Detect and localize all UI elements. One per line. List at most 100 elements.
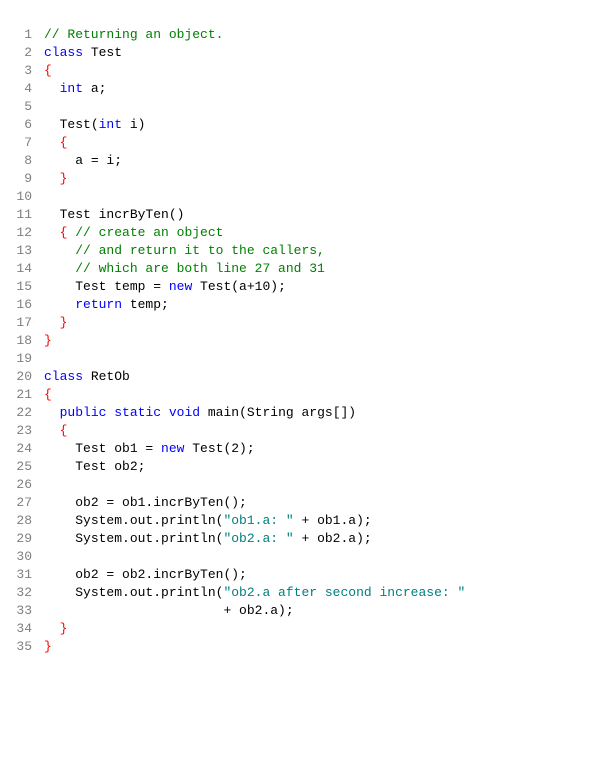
code-content: + ob2.a); [44,602,584,620]
token-plain: Test [83,45,122,60]
token-brace: } [44,333,52,348]
code-line: 25 Test ob2; [8,458,584,476]
code-line: 22 public static void main(String args[]… [8,404,584,422]
code-line: 6 Test(int i) [8,116,584,134]
code-content: a = i; [44,152,584,170]
code-content: System.out.println("ob1.a: " + ob1.a); [44,512,584,530]
token-brace: { [60,135,68,150]
code-line: 27 ob2 = ob1.incrByTen(); [8,494,584,512]
code-content [44,548,584,566]
code-content: System.out.println("ob2.a: " + ob2.a); [44,530,584,548]
token-plain: + ob2.a); [294,531,372,546]
token-brace: } [60,171,68,186]
token-plain: i) [122,117,145,132]
line-number: 27 [8,494,44,512]
code-content: { [44,386,584,404]
token-string: "ob2.a after second increase: " [223,585,465,600]
code-line: 19 [8,350,584,368]
line-number: 7 [8,134,44,152]
line-number: 23 [8,422,44,440]
line-number: 1 [8,26,44,44]
token-brace: } [44,639,52,654]
token-plain: a; [83,81,106,96]
code-content: public static void main(String args[]) [44,404,584,422]
token-keyword: class [44,369,83,384]
line-number: 10 [8,188,44,206]
code-line: 2class Test [8,44,584,62]
code-content: } [44,314,584,332]
line-number: 25 [8,458,44,476]
line-number: 26 [8,476,44,494]
code-content: { // create an object [44,224,584,242]
code-line: 13 // and return it to the callers, [8,242,584,260]
code-line: 33 + ob2.a); [8,602,584,620]
line-number: 17 [8,314,44,332]
token-comment: // and return it to the callers, [75,243,325,258]
line-number: 5 [8,98,44,116]
token-plain: Test temp = [75,279,169,294]
line-number: 2 [8,44,44,62]
code-line: 8 a = i; [8,152,584,170]
code-content: Test incrByTen() [44,206,584,224]
token-comment: // create an object [75,225,223,240]
code-line: 14 // which are both line 27 and 31 [8,260,584,278]
code-line: 18} [8,332,584,350]
token-brace: } [60,621,68,636]
token-plain: main(String args[]) [200,405,356,420]
line-number: 18 [8,332,44,350]
code-content: // and return it to the callers, [44,242,584,260]
token-plain: + ob1.a); [294,513,372,528]
code-content: System.out.println("ob2.a after second i… [44,584,584,602]
token-brace: { [44,63,52,78]
code-content: { [44,134,584,152]
line-number: 35 [8,638,44,656]
code-line: 20class RetOb [8,368,584,386]
code-line: 1// Returning an object. [8,26,584,44]
token-keyword: return [75,297,122,312]
line-number: 3 [8,62,44,80]
code-line: 29 System.out.println("ob2.a: " + ob2.a)… [8,530,584,548]
line-number: 34 [8,620,44,638]
line-number: 6 [8,116,44,134]
line-number: 32 [8,584,44,602]
line-number: 20 [8,368,44,386]
token-keyword: void [169,405,200,420]
token-plain [161,405,169,420]
token-plain: ob2 = ob2.incrByTen(); [75,567,247,582]
code-content [44,188,584,206]
line-number: 28 [8,512,44,530]
code-line: 35} [8,638,584,656]
code-line: 21{ [8,386,584,404]
token-plain: a = i; [75,153,122,168]
code-content: } [44,332,584,350]
code-content: // Returning an object. [44,26,584,44]
line-number: 31 [8,566,44,584]
token-plain: Test(2); [184,441,254,456]
code-line: 32 System.out.println("ob2.a after secon… [8,584,584,602]
token-plain: + ob2.a); [223,603,293,618]
code-content [44,476,584,494]
token-plain: Test( [60,117,99,132]
code-content: } [44,170,584,188]
code-content: { [44,422,584,440]
token-comment: // Returning an object. [44,27,223,42]
line-number: 30 [8,548,44,566]
code-content: Test ob1 = new Test(2); [44,440,584,458]
line-number: 13 [8,242,44,260]
code-line: 17 } [8,314,584,332]
code-content: Test ob2; [44,458,584,476]
code-content: return temp; [44,296,584,314]
code-line: 5 [8,98,584,116]
code-line: 24 Test ob1 = new Test(2); [8,440,584,458]
code-line: 34 } [8,620,584,638]
token-plain: Test incrByTen() [60,207,185,222]
line-number: 22 [8,404,44,422]
code-content: Test temp = new Test(a+10); [44,278,584,296]
token-plain: Test ob1 = [75,441,161,456]
line-number: 8 [8,152,44,170]
code-listing: 1// Returning an object.2class Test3{4 i… [8,26,584,656]
token-brace: } [60,315,68,330]
token-brace: { [44,387,52,402]
code-line: 11 Test incrByTen() [8,206,584,224]
line-number: 15 [8,278,44,296]
